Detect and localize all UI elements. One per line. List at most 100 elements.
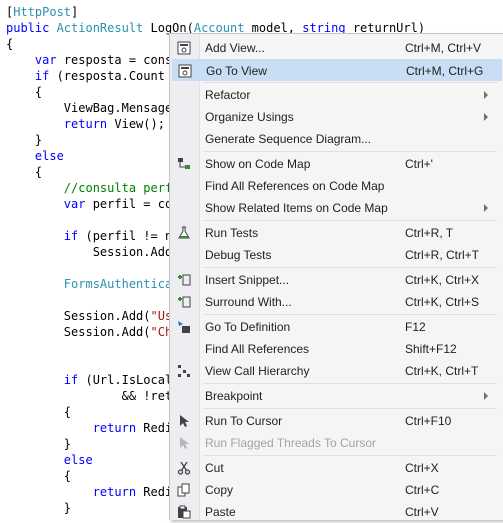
menu-item-generate-sequence-diagram[interactable]: Generate Sequence Diagram... (172, 128, 502, 150)
menu-item-label: Generate Sequence Diagram... (205, 132, 372, 146)
code-token: var (63, 197, 86, 211)
code-line: var perfil = co (6, 196, 172, 212)
add-view-icon (177, 41, 191, 55)
code-token: resposta = cons (56, 53, 173, 67)
go-to-view-icon (178, 64, 192, 78)
menu-item-refactor[interactable]: Refactor (172, 84, 502, 106)
code-line: } (6, 132, 42, 148)
menu-item-label: Find All References on Code Map (205, 179, 385, 193)
menu-item-label: Refactor (205, 88, 251, 102)
menu-item-view-call-hierarchy[interactable]: View Call Hierarchy Ctrl+K, Ctrl+T (172, 360, 502, 382)
menu-item-go-to-view[interactable]: Go To View Ctrl+M, Ctrl+G (172, 59, 502, 81)
code-token: Redi (136, 421, 173, 435)
code-token: else (34, 149, 64, 163)
menu-item-label: Go To Definition (205, 320, 291, 334)
code-line: && !ret (6, 388, 173, 404)
code-token: if (63, 229, 79, 243)
menu-item-shortcut: Ctrl+M, Ctrl+G (406, 64, 484, 78)
submenu-arrow-icon (484, 392, 488, 400)
menu-item-label: Run Tests (205, 226, 259, 240)
menu-item-label: Organize Usings (205, 110, 294, 124)
menu-item-show-on-code-map[interactable]: Show on Code Map Ctrl+' (172, 153, 502, 175)
menu-item-shortcut: Ctrl+R, Ctrl+T (405, 248, 480, 262)
menu-item-insert-snippet[interactable]: Insert Snippet... Ctrl+K, Ctrl+X (172, 269, 502, 291)
code-line: return Redi (6, 484, 172, 500)
menu-separator (203, 151, 497, 152)
menu-item-organize-usings[interactable]: Organize Usings (172, 106, 502, 128)
context-menu: Add View... Ctrl+M, Ctrl+V Go To View Ctrl+… (169, 33, 503, 520)
menu-item-shortcut: Ctrl+' (405, 157, 433, 171)
code-line: if (perfil != n (6, 228, 172, 244)
copy-icon (177, 483, 191, 497)
menu-item-shortcut: Ctrl+K, Ctrl+X (405, 273, 480, 287)
menu-item-label: Cut (205, 461, 224, 475)
code-token: ViewBag.Mensage (6, 101, 173, 115)
code-token: Redi (136, 485, 173, 499)
menu-item-label: Show Related Items on Code Map (205, 201, 388, 215)
menu-item-shortcut: Ctrl+C (405, 483, 440, 497)
menu-item-add-view[interactable]: Add View... Ctrl+M, Ctrl+V (172, 37, 502, 59)
menu-item-label: Paste (205, 505, 236, 519)
menu-item-label: Run Flagged Threads To Cursor (205, 436, 376, 450)
menu-item-label: Add View... (205, 41, 265, 55)
code-line: { (6, 36, 13, 52)
code-token: public (6, 21, 57, 35)
paste-icon (177, 505, 191, 519)
code-line: { (6, 404, 71, 420)
code-line: { (6, 468, 71, 484)
menu-item-run-to-cursor[interactable]: Run To Cursor Ctrl+F10 (172, 410, 502, 432)
code-line: [HttpPost] (6, 4, 78, 20)
menu-item-label: Show on Code Map (205, 157, 311, 171)
code-line: //consulta perf (6, 180, 172, 196)
menu-item-shortcut: Ctrl+X (405, 461, 439, 475)
code-token: FormsAuthentica (63, 277, 173, 291)
menu-item-shortcut: Shift+F12 (405, 342, 457, 356)
menu-item-shortcut: Ctrl+F10 (405, 414, 452, 428)
code-token: Session.Add( (6, 325, 151, 339)
menu-separator (203, 408, 497, 409)
menu-item-copy[interactable]: Copy Ctrl+C (172, 479, 502, 501)
code-token: { (6, 85, 43, 99)
menu-item-find-all-references[interactable]: Find All References Shift+F12 (172, 338, 502, 360)
menu-item-surround-with[interactable]: Surround With... Ctrl+K, Ctrl+S (172, 291, 502, 313)
menu-item-show-related-items-on-code-map[interactable]: Show Related Items on Code Map (172, 197, 502, 219)
menu-item-debug-tests[interactable]: Debug Tests Ctrl+R, Ctrl+T (172, 244, 502, 266)
menu-item-find-all-references-on-code-map[interactable]: Find All References on Code Map (172, 175, 502, 197)
menu-separator (203, 383, 497, 384)
menu-item-label: Debug Tests (205, 248, 272, 262)
code-line: Session.Add("Us (6, 308, 172, 324)
menu-item-go-to-definition[interactable]: Go To Definition F12 (172, 316, 502, 338)
call-hierarchy-icon (177, 364, 191, 378)
menu-item-breakpoint[interactable]: Breakpoint (172, 385, 502, 407)
code-token: return (63, 117, 108, 131)
code-line: Session.Add (6, 244, 172, 260)
code-token: Session.Add (6, 245, 173, 259)
code-line: } (6, 500, 71, 516)
surround-with-icon (177, 295, 191, 309)
code-line: if (resposta.Count (6, 68, 165, 84)
code-line: else (6, 452, 93, 468)
code-token: return (92, 485, 137, 499)
menu-item-cut[interactable]: Cut Ctrl+X (172, 457, 502, 479)
code-token: } (6, 437, 72, 451)
code-token: } (6, 133, 43, 147)
submenu-arrow-icon (484, 113, 488, 121)
menu-item-run-flagged-threads-to-cursor: Run Flagged Threads To Cursor (172, 432, 502, 454)
run-to-cursor-icon (177, 414, 191, 428)
code-token: View(); (107, 117, 165, 131)
code-token: if (63, 373, 79, 387)
code-token: ] (71, 5, 79, 19)
flask-icon (177, 226, 191, 240)
menu-item-run-tests[interactable]: Run Tests Ctrl+R, T (172, 222, 502, 244)
code-line: ViewBag.Mensage (6, 100, 172, 116)
code-line: else (6, 148, 64, 164)
menu-item-shortcut: Ctrl+K, Ctrl+S (405, 295, 480, 309)
menu-item-paste[interactable]: Paste Ctrl+V (172, 501, 502, 523)
